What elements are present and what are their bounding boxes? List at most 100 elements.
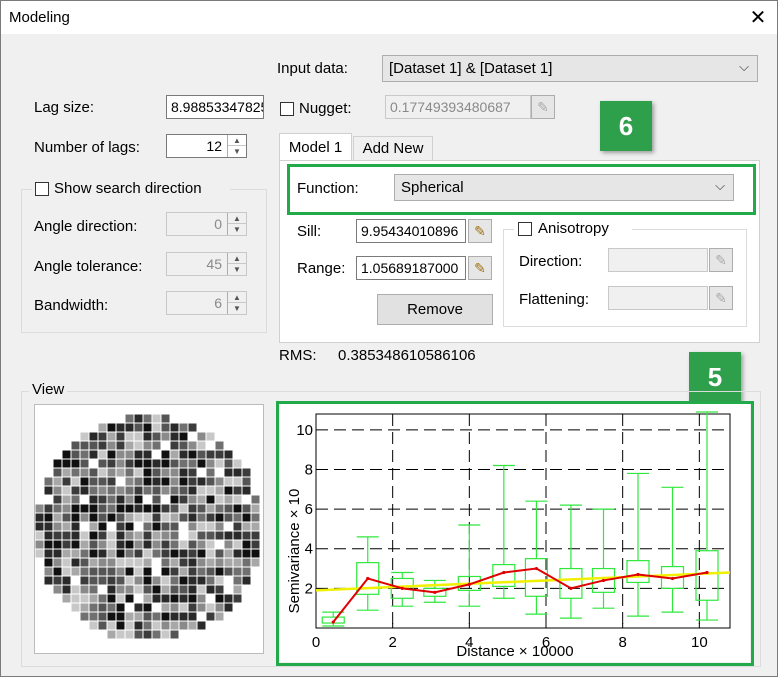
cloud-cell [89,522,98,531]
cloud-cell [53,531,62,540]
cloud-cell [116,585,125,594]
angle-direction-spinner[interactable]: ▲ ▼ [227,213,246,235]
cloud-cell [161,522,170,531]
pencil-icon[interactable]: ✎ [468,219,492,243]
spin-down-icon[interactable]: ▼ [228,146,246,157]
sill-label: Sill: [297,223,322,240]
cloud-cell [134,486,143,495]
remove-button[interactable]: Remove [377,294,493,325]
cloud-cell [107,486,116,495]
cloud-cell [233,585,242,594]
cloud-cell [44,567,53,576]
cloud-cell [89,594,98,603]
cloud-cell [89,603,98,612]
cloud-cell [161,432,170,441]
spin-up-icon[interactable]: ▲ [228,253,246,264]
cloud-cell [107,585,116,594]
spin-up-icon[interactable]: ▲ [228,213,246,224]
cloud-cell [53,549,62,558]
cloud-cell [170,477,179,486]
cloud-cell [206,540,215,549]
spin-up-icon[interactable]: ▲ [228,292,246,303]
tab-add-new[interactable]: Add New [353,136,433,161]
cloud-cell [206,522,215,531]
spin-down-icon[interactable]: ▼ [228,264,246,275]
number-of-lags-spinner[interactable]: ▲ ▼ [227,135,246,157]
tab-model-1[interactable]: Model 1 [279,133,352,161]
cloud-cell [71,531,80,540]
cloud-cell [125,432,134,441]
cloud-cell [134,603,143,612]
cloud-cell [179,567,188,576]
cloud-cell [170,468,179,477]
cloud-cell [143,630,152,639]
cloud-cell [143,522,152,531]
bandwidth-field[interactable]: 6 ▲ ▼ [166,291,247,315]
cloud-cell [134,468,143,477]
cloud-cell [206,576,215,585]
range-field[interactable]: 1.05689187000 [356,256,466,280]
input-data-combo[interactable]: [Dataset 1] & [Dataset 1] ⌵ [382,55,758,82]
cloud-cell [125,477,134,486]
cloud-cell [242,549,251,558]
lag-size-field[interactable]: 8.98853347825 [166,95,264,119]
cloud-cell [233,558,242,567]
angle-tolerance-spinner[interactable]: ▲ ▼ [227,253,246,275]
cloud-cell [206,468,215,477]
cloud-cell [224,513,233,522]
spin-down-icon[interactable]: ▼ [228,224,246,235]
cloud-cell [161,576,170,585]
cloud-cell [98,558,107,567]
cloud-cell [170,504,179,513]
pencil-icon[interactable]: ✎ [709,286,733,310]
cloud-cell [62,459,71,468]
number-of-lags-field[interactable]: 12 ▲ ▼ [166,134,247,158]
cloud-cell [89,531,98,540]
cloud-cell [125,468,134,477]
angle-direction-field[interactable]: 0 ▲ ▼ [166,212,247,236]
cloud-cell [206,450,215,459]
angle-tolerance-field[interactable]: 45 ▲ ▼ [166,252,247,276]
cloud-cell [188,612,197,621]
sill-field[interactable]: 9.95434010896 [356,219,466,243]
cloud-cell [89,477,98,486]
cloud-cell [62,486,71,495]
cloud-cell [197,504,206,513]
cloud-cell [125,504,134,513]
cloud-cell [143,603,152,612]
cloud-cell [152,477,161,486]
cloud-cell [134,414,143,423]
spin-up-icon[interactable]: ▲ [228,135,246,146]
direction-field[interactable] [608,248,708,272]
cloud-cell [125,522,134,531]
cloud-cell [143,450,152,459]
close-button[interactable]: ✕ [739,1,777,34]
pencil-icon[interactable]: ✎ [709,248,733,272]
cloud-cell [215,531,224,540]
cloud-cell [89,495,98,504]
spin-down-icon[interactable]: ▼ [228,303,246,314]
flattening-field[interactable] [608,286,708,310]
cloud-cell [179,594,188,603]
cloud-cell [188,540,197,549]
cloud-cell [188,576,197,585]
pencil-icon[interactable]: ✎ [468,256,492,280]
bandwidth-spinner[interactable]: ▲ ▼ [227,292,246,314]
cloud-cell [98,576,107,585]
cloud-cell [161,459,170,468]
cloud-cell [161,513,170,522]
cloud-cell [71,567,80,576]
cloud-cell [80,459,89,468]
cloud-cell [179,495,188,504]
cloud-cell [170,585,179,594]
cloud-cell [224,531,233,540]
cloud-cell [197,459,206,468]
cloud-cell [125,513,134,522]
nugget-checkbox[interactable] [280,102,294,116]
pencil-icon[interactable]: ✎ [531,95,555,119]
nugget-field[interactable]: 0.17749393480687 [385,95,531,119]
show-search-direction-checkbox[interactable] [35,182,49,196]
cloud-cell [179,558,188,567]
anisotropy-checkbox[interactable] [518,222,532,236]
cloud-cell [143,468,152,477]
